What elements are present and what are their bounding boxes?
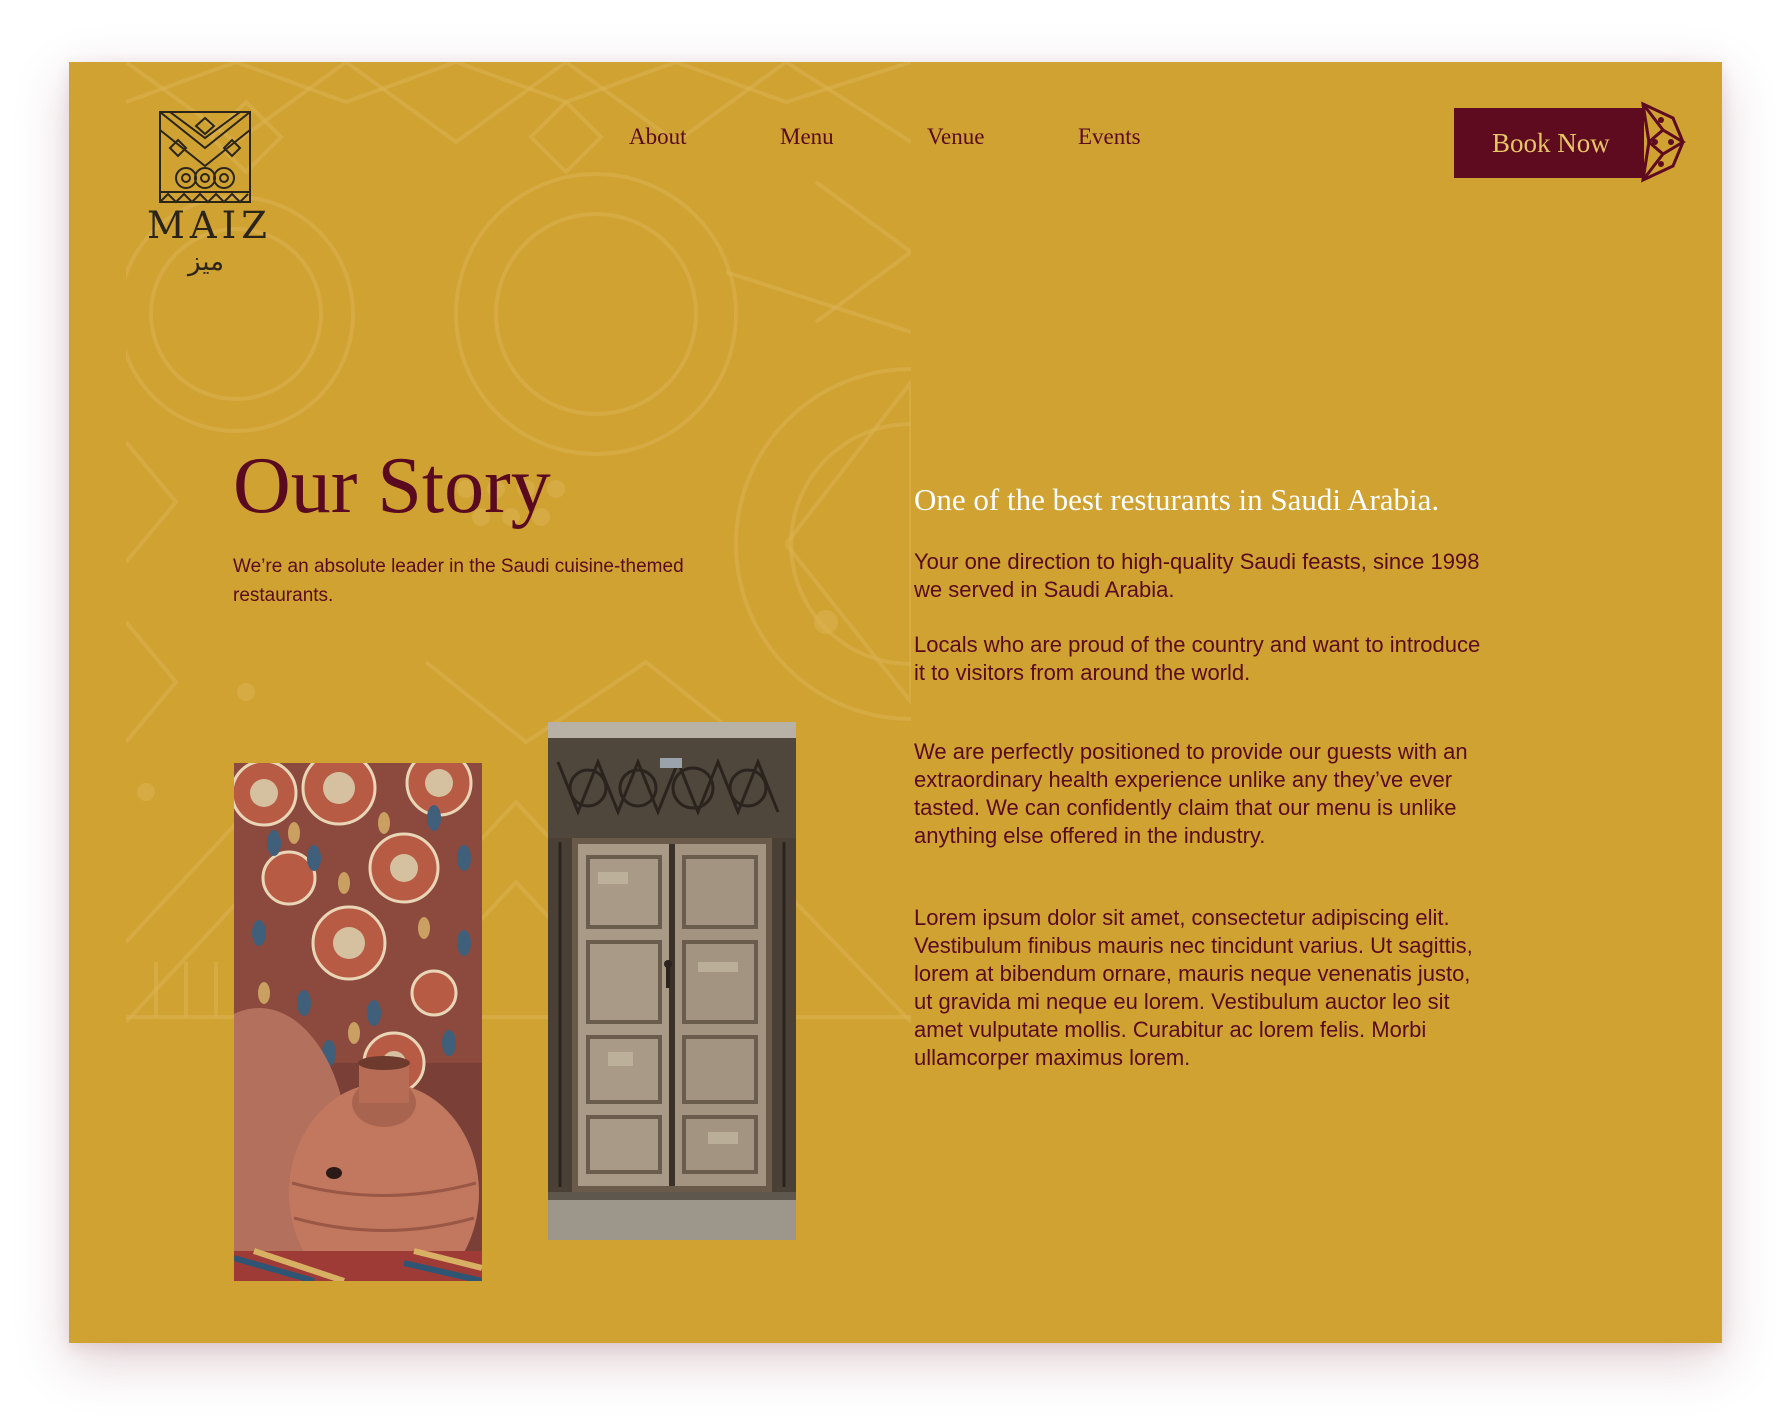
- carved-wooden-door-photo: [548, 722, 796, 1240]
- landing-page: MAIZ ميز About Menu Venue Events Book No…: [69, 62, 1722, 1343]
- book-now-button[interactable]: Book Now: [1454, 108, 1644, 178]
- story-intro-text: We’re an absolute leader in the Saudi cu…: [233, 556, 684, 606]
- nav-item-events[interactable]: Events: [1078, 124, 1141, 150]
- about-paragraph: Your one direction to high-quality Saudi…: [914, 549, 1480, 602]
- about-paragraph: Lorem ipsum dolor sit amet, consectetur …: [914, 905, 1473, 1070]
- brand-logo[interactable]: MAIZ ميز: [147, 110, 272, 278]
- tagline: One of the best resturants in Saudi Arab…: [914, 482, 1440, 517]
- nav-item-menu[interactable]: Menu: [780, 124, 834, 150]
- brand-arabic-name: ميز: [187, 247, 225, 277]
- brand-name: MAIZ: [147, 204, 272, 247]
- nav-item-about[interactable]: About: [629, 124, 687, 150]
- about-paragraph: Locals who are proud of the country and …: [914, 632, 1481, 685]
- handicraft-market-photo: [234, 763, 482, 1281]
- logo-mark-icon: [159, 111, 251, 204]
- about-paragraph: We are perfectly positioned to provide o…: [914, 739, 1468, 848]
- nav-item-venue[interactable]: Venue: [927, 124, 984, 150]
- star-ornament-icon: [1641, 101, 1686, 183]
- page-title: Our Story: [233, 442, 551, 530]
